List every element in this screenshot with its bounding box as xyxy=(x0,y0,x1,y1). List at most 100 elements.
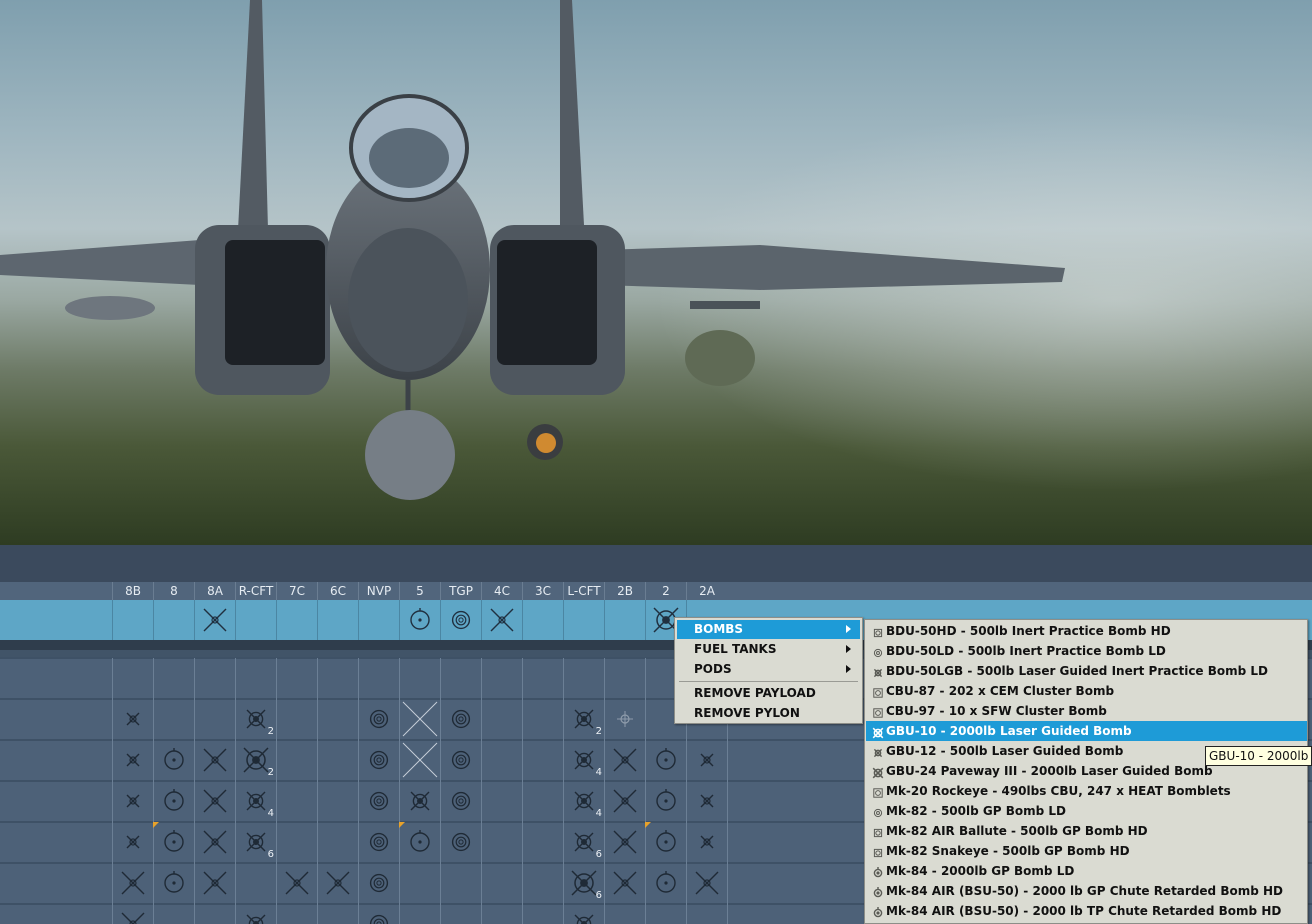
pod-icon xyxy=(440,822,481,862)
lgb-large-icon: 2 xyxy=(235,740,276,780)
bomb-menu-item-label: GBU-10 - 2000lb Laser Guided Bomb xyxy=(886,724,1132,738)
bomb-menu-item[interactable]: GBU-10 - 2000lb Laser Guided Bomb xyxy=(866,721,1307,741)
bomb-menu-item-label: Mk-82 - 500lb GP Bomb LD xyxy=(886,804,1066,818)
lgb-icon xyxy=(872,745,884,758)
store-count: 4 xyxy=(267,808,274,819)
menu-item-pods[interactable]: PODS xyxy=(677,660,860,679)
lgb-icon: 2 xyxy=(235,699,276,739)
pylon-context-menu: BOMBS FUEL TANKS PODS REMOVE PAYLOAD REMOVE … xyxy=(674,617,863,724)
bomb-menu-item[interactable]: CBU-97 - 10 x SFW Cluster Bomb xyxy=(866,701,1307,721)
lgb-large-icon: 6 xyxy=(563,863,604,903)
bomb-menu-item[interactable]: BDU-50LD - 500lb Inert Practice Bomb LD xyxy=(866,641,1307,661)
menu-item-remove-pylon[interactable]: REMOVE PYLON xyxy=(677,704,860,723)
pylon-header-2a: 2A xyxy=(686,582,727,600)
lgb-icon xyxy=(235,904,276,924)
current-pylon-cell-8[interactable] xyxy=(153,600,194,640)
x-missile-icon[interactable] xyxy=(194,600,235,640)
current-pylon-cell-2b[interactable] xyxy=(604,600,645,640)
bomb-menu-item-label: Mk-84 - 2000lb GP Bomb LD xyxy=(886,864,1075,878)
round-bomb-icon xyxy=(645,781,686,821)
bomb-menu-item[interactable]: BDU-50HD - 500lb Inert Practice Bomb HD xyxy=(866,621,1307,641)
aircraft-preview-viewport[interactable] xyxy=(0,0,1312,545)
pylon-header-5: 5 xyxy=(399,582,440,600)
warning-marker xyxy=(645,822,651,828)
pod-icon xyxy=(358,781,399,821)
current-pylon-cell-3c[interactable] xyxy=(522,600,563,640)
pylon-header-7c: 7C xyxy=(276,582,317,600)
bombs-submenu: BDU-50HD - 500lb Inert Practice Bomb HD … xyxy=(864,619,1308,924)
lgb-icon: 4 xyxy=(563,781,604,821)
submenu-arrow-icon xyxy=(846,625,851,633)
bomb-menu-item[interactable]: Mk-84 - 2000lb GP Bomb LD xyxy=(866,861,1307,881)
bomb-menu-item-label: BDU-50HD - 500lb Inert Practice Bomb HD xyxy=(886,624,1171,638)
bomb-menu-item[interactable]: Mk-84 AIR (BSU-50) - 2000 lb GP Chute Re… xyxy=(866,881,1307,901)
x-missile-icon xyxy=(194,781,235,821)
x-missile-icon xyxy=(604,740,645,780)
pod-icon xyxy=(440,699,481,739)
bomb-menu-item[interactable]: Mk-84 AIR (BSU-50) - 2000 lb TP Chute Re… xyxy=(866,901,1307,921)
current-pylon-cell-r-cft[interactable] xyxy=(235,600,276,640)
current-pylon-cell-l-cft[interactable] xyxy=(563,600,604,640)
menu-item-fuel-tanks[interactable]: FUEL TANKS xyxy=(677,640,860,659)
lgb-icon: 2 xyxy=(563,699,604,739)
pod-icon xyxy=(440,740,481,780)
cluster-bomb-icon xyxy=(872,705,884,718)
pod-icon xyxy=(358,863,399,903)
lgb-large-icon xyxy=(872,725,884,739)
pylon-header-4c: 4C xyxy=(481,582,522,600)
store-count: 4 xyxy=(595,808,602,819)
round-bomb-icon xyxy=(872,865,884,878)
round-bomb-icon xyxy=(153,863,194,903)
current-pylon-cell-6c[interactable] xyxy=(317,600,358,640)
menu-item-label: REMOVE PYLON xyxy=(694,706,800,720)
bomb-menu-item[interactable]: Mk-82 Snakeye - 500lb GP Bomb HD xyxy=(866,841,1307,861)
bomb-menu-item-label: Mk-20 Rockeye - 490lbs CBU, 247 x HEAT B… xyxy=(886,784,1231,798)
menu-item-label: PODS xyxy=(694,662,732,676)
x-missile-icon[interactable] xyxy=(481,600,522,640)
pylon-header-l-cft: L-CFT xyxy=(563,582,604,600)
lgb-icon xyxy=(563,904,604,924)
pylon-header-row: 8B 8 8A R-CFT 7C 6C NVP 5 TGP 4C 3C L-CFT 2B 2 2A xyxy=(0,582,1312,600)
menu-item-remove-payload[interactable]: REMOVE PAYLOAD xyxy=(677,684,860,703)
pylon-header-8a: 8A xyxy=(194,582,235,600)
store-count: 4 xyxy=(595,767,602,778)
menu-item-label: FUEL TANKS xyxy=(694,642,777,656)
bomb-menu-item[interactable]: BDU-50LGB - 500lb Laser Guided Inert Pra… xyxy=(866,661,1307,681)
scene-bottom-bar xyxy=(0,545,1312,582)
x-missile-icon xyxy=(604,863,645,903)
bomb-menu-item[interactable]: CBU-87 - 202 x CEM Cluster Bomb xyxy=(866,681,1307,701)
round-bomb-icon xyxy=(645,740,686,780)
big-x-icon xyxy=(399,699,440,739)
bomb-menu-item-label: CBU-97 - 10 x SFW Cluster Bomb xyxy=(886,704,1107,718)
menu-item-bombs[interactable]: BOMBS xyxy=(677,620,860,639)
current-pylon-cell-nvp[interactable] xyxy=(358,600,399,640)
round-bomb-icon xyxy=(872,885,884,898)
x-missile-icon xyxy=(276,863,317,903)
lgb-icon: 4 xyxy=(235,781,276,821)
round-bomb-icon[interactable] xyxy=(399,600,440,640)
store-count: 2 xyxy=(267,726,274,737)
bomb-menu-item[interactable]: Mk-82 - 500lb GP Bomb LD xyxy=(866,801,1307,821)
bomb-hd-icon xyxy=(872,825,884,838)
menu-item-label: BOMBS xyxy=(694,622,744,636)
pod-icon[interactable] xyxy=(440,600,481,640)
lgb-icon xyxy=(399,781,440,821)
bomb-menu-item[interactable]: Mk-82 AIR Ballute - 500lb GP Bomb HD xyxy=(866,821,1307,841)
round-bomb-icon xyxy=(872,905,884,918)
pylon-header-3c: 3C xyxy=(522,582,563,600)
x-small-icon xyxy=(112,781,153,821)
x-small-icon xyxy=(686,740,727,780)
f15e-aircraft-render xyxy=(0,0,1312,545)
pylon-header-r-cft: R-CFT xyxy=(235,582,276,600)
x-missile-icon xyxy=(194,863,235,903)
lgb-icon xyxy=(872,665,884,678)
x-missile-icon xyxy=(112,863,153,903)
bomb-menu-item-label: BDU-50LD - 500lb Inert Practice Bomb LD xyxy=(886,644,1166,658)
current-pylon-cell-8b[interactable] xyxy=(112,600,153,640)
store-count: 2 xyxy=(267,767,274,778)
x-missile-icon xyxy=(686,863,727,903)
lgb-large-icon xyxy=(872,765,884,779)
x-missile-icon xyxy=(604,822,645,862)
current-pylon-cell-7c[interactable] xyxy=(276,600,317,640)
bomb-menu-item[interactable]: Mk-20 Rockeye - 490lbs CBU, 247 x HEAT B… xyxy=(866,781,1307,801)
